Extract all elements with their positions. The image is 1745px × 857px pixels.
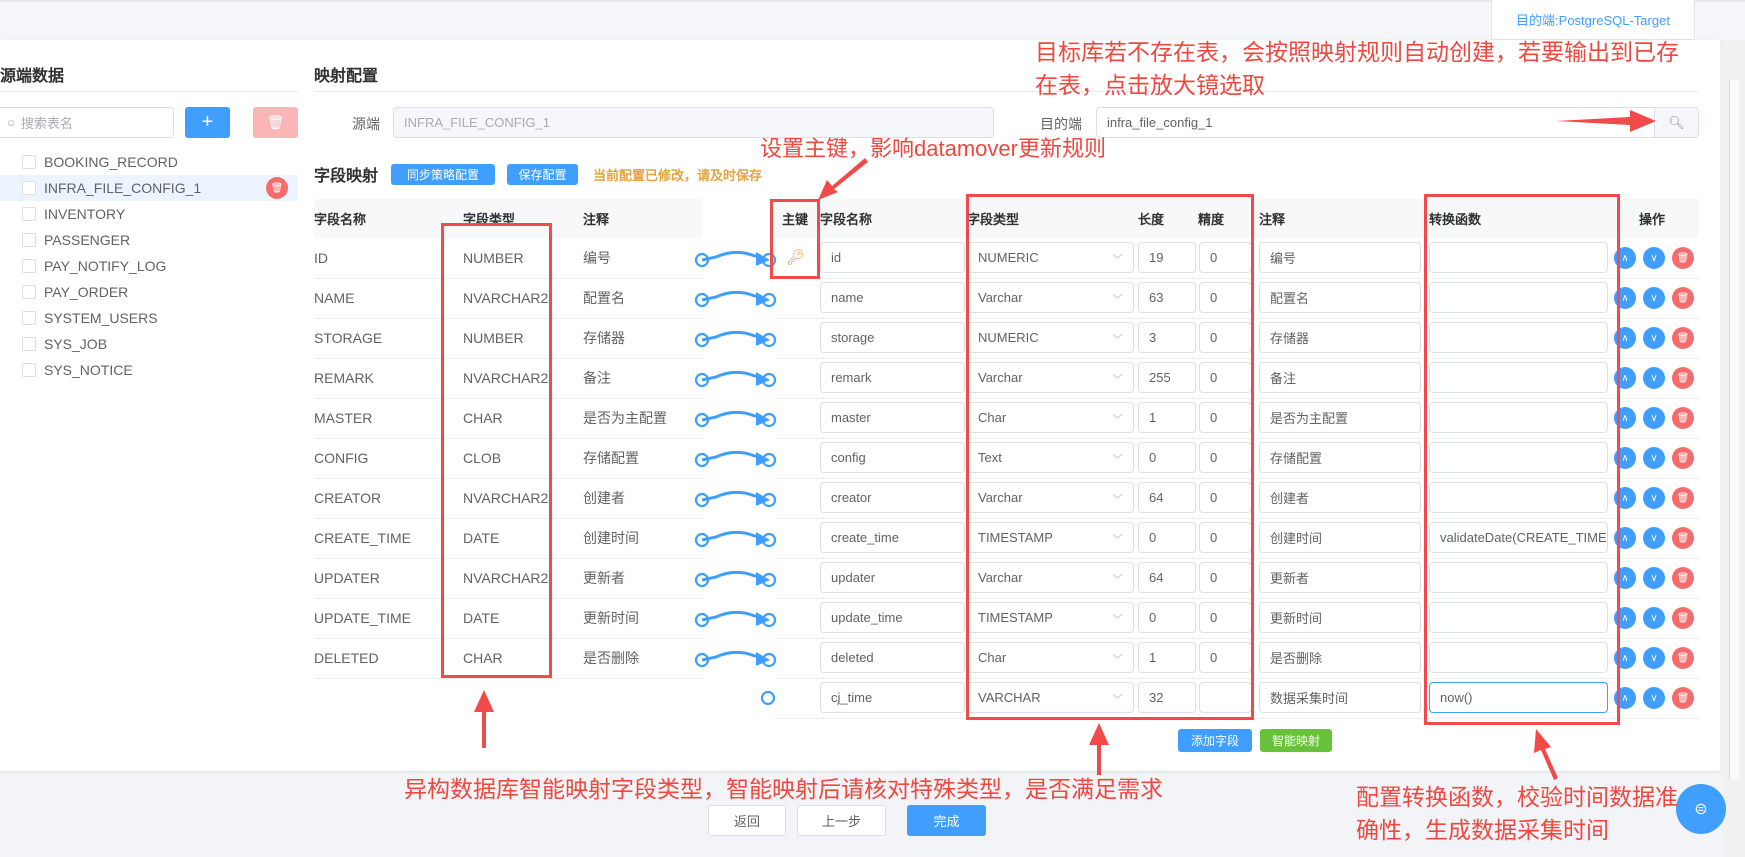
arrow-to-pk <box>818 158 868 200</box>
arrow-to-target-type <box>1089 723 1109 775</box>
annotation-arrows <box>474 110 1656 780</box>
arrow-to-magnifier <box>1556 110 1656 132</box>
arrow-to-source-type <box>474 690 494 748</box>
arrow-to-transform <box>1534 729 1558 780</box>
